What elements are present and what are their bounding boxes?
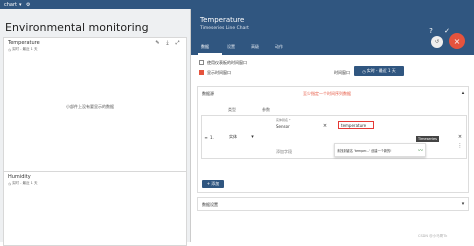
widget-card-temperature[interactable]: Temperature ◷ 实时 - 最近 1 天 ✎ ⤓ ⤢ 小部件上没有要显… — [3, 37, 187, 172]
widget-timewindow-label: 实时 - 最近 1 天 — [12, 47, 38, 51]
tab-actions[interactable]: 动作 — [275, 44, 283, 50]
widget-title: Temperature — [8, 40, 40, 46]
editor-title: Temperature — [200, 16, 245, 24]
key-input[interactable]: temperature — [341, 123, 366, 128]
add-datasource-button[interactable]: + 添加 — [202, 180, 224, 188]
col-type-header: 类型 — [228, 107, 236, 112]
data-settings-section[interactable]: 数据设置 ▾ — [197, 197, 469, 211]
close-icon[interactable]: × — [457, 134, 463, 140]
entity-alias-label: 实体别名 * — [276, 118, 291, 122]
chevron-up-icon[interactable]: ▴ — [460, 90, 466, 96]
show-timewindow-checkbox[interactable] — [199, 70, 204, 75]
chevron-down-icon[interactable]: ▾ — [460, 201, 466, 207]
dashboard-title: Environmental monitoring — [5, 21, 149, 34]
use-dashboard-timewindow-label: 使用仪表板的时间窗口 — [207, 60, 247, 65]
settings-icon[interactable]: ⚙ — [26, 0, 30, 9]
editor-header: Temperature Timeseries Line Chart 数据 设置 … — [191, 9, 474, 55]
close-fab-icon[interactable]: × — [449, 33, 465, 49]
undo-icon[interactable]: ↺ — [431, 36, 443, 48]
widget-empty-message: 小部件上没有要显示的数据 — [66, 104, 114, 109]
col-param-header: 参数 — [262, 107, 270, 112]
tab-data[interactable]: 数据 — [201, 44, 209, 50]
tooltip: Timeseries — [416, 136, 439, 142]
widget-timewindow: ◷ 实时 - 最近 1 天 — [8, 47, 38, 52]
show-timewindow-label: 显示时间窗口 — [207, 70, 231, 75]
widget-card-humidity[interactable]: Humidity ◷ 实时 - 最近 1 天 — [3, 171, 187, 246]
clock-icon: ◷ — [8, 181, 12, 186]
app-name: chart — [4, 1, 17, 8]
chevron-down-icon: ▾ — [19, 1, 22, 8]
key-suggestion-dropdown[interactable]: 未找到键名 'temper...' 创建一个新的! 〰 — [334, 143, 426, 157]
row-index: 1. — [210, 135, 214, 140]
entity-alias-input[interactable]: Sensor — [276, 124, 290, 129]
clear-icon[interactable]: × — [322, 123, 328, 129]
widget-title: Humidity — [8, 174, 31, 180]
editor-subtitle: Timeseries Line Chart — [200, 26, 249, 31]
add-field-hint: 添加字段 — [276, 149, 292, 154]
delete-row-icon[interactable]: ⋮ — [457, 143, 463, 149]
key-input-highlight[interactable]: temperature — [338, 121, 374, 129]
app-menu[interactable]: chart ▾ — [4, 0, 22, 9]
dashboard-pane: Environmental monitoring Temperature ◷ 实… — [0, 9, 190, 246]
time-window-button[interactable]: ◷ 实时 - 最近 1 天 — [354, 66, 404, 76]
datasource-hint: 至少指定一个时间序列数据 — [303, 91, 351, 96]
row-type-select[interactable]: 实体 — [229, 134, 237, 140]
watermark: CSDN @小马哥Tk — [418, 234, 448, 238]
tab-indicator — [198, 53, 222, 55]
clock-icon: ◷ — [362, 68, 366, 74]
tab-settings[interactable]: 设置 — [227, 44, 235, 50]
edit-icon[interactable]: ✎ — [154, 39, 161, 46]
drag-handle-icon[interactable]: ≡ — [203, 134, 209, 140]
datasource-title: 数据源 — [202, 91, 214, 96]
fullscreen-icon[interactable]: ⤢ — [174, 39, 181, 46]
chevron-down-icon: ▾ — [251, 133, 254, 140]
tooltip-text: Timeseries — [418, 137, 437, 141]
datasource-section: 数据源 至少指定一个时间序列数据 ▴ 类型 参数 ≡ 1. 实体 ▾ 实体别名 … — [197, 86, 469, 193]
timeseries-icon[interactable]: 〰 — [417, 147, 424, 154]
widget-editor-panel: Temperature Timeseries Line Chart 数据 设置 … — [190, 9, 474, 242]
widget-timewindow: ◷ 实时 - 最近 1 天 — [8, 181, 38, 186]
time-window-label: 时间窗口 — [334, 70, 350, 75]
tab-advanced[interactable]: 高级 — [251, 44, 259, 50]
clock-icon: ◷ — [8, 47, 12, 52]
suggestion-text[interactable]: 未找到键名 'temper...' 创建一个新的! — [337, 148, 391, 153]
use-dashboard-timewindow-checkbox[interactable] — [199, 60, 204, 65]
top-app-bar: chart ▾ ⚙ — [0, 0, 474, 9]
widget-timewindow-label: 实时 - 最近 1 天 — [12, 181, 38, 185]
data-settings-title: 数据设置 — [202, 202, 218, 207]
download-icon[interactable]: ⤓ — [164, 39, 171, 46]
time-window-value: 实时 - 最近 1 天 — [366, 68, 396, 73]
